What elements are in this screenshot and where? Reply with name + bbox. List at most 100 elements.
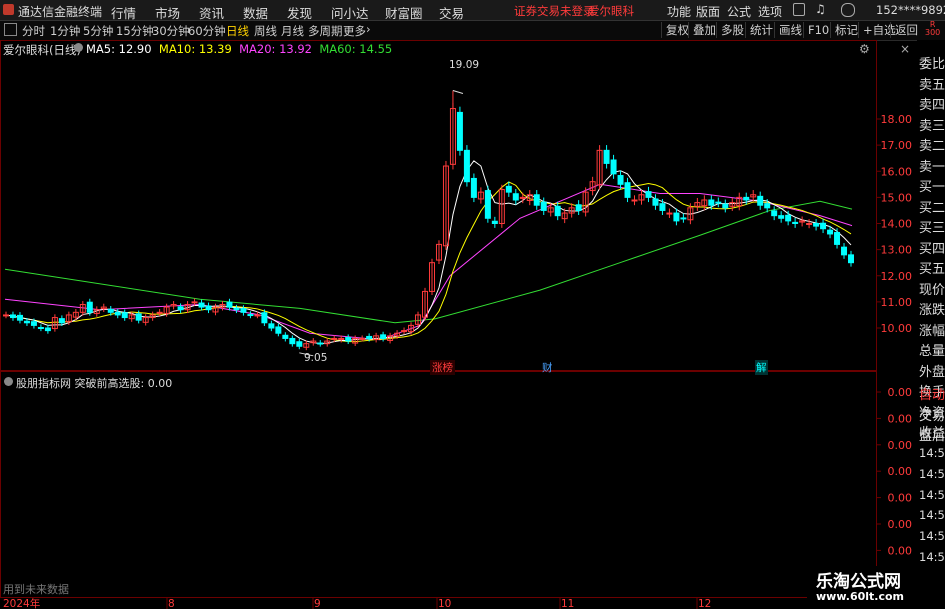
period-1min[interactable]: 1分钟 (50, 23, 80, 39)
period-daily[interactable]: 日线 (226, 23, 249, 39)
ma-legend: MA5: 12.90 MA10: 13.39 MA20: 13.92 MA60:… (86, 42, 392, 56)
candle-body (23, 320, 30, 324)
y-tick-label: 15.00 (881, 191, 913, 204)
chevron-right-icon[interactable]: › (366, 22, 371, 36)
ma60-label: MA60: 14.55 (319, 42, 393, 56)
candle-body (44, 327, 51, 332)
candle-body (610, 159, 617, 175)
event-tag-cai[interactable]: 财 (542, 360, 553, 375)
period-monthly[interactable]: 月线 (281, 23, 304, 39)
menu-item-hangqing[interactable]: 行情 (111, 3, 136, 22)
candle-body (603, 149, 610, 164)
period-multi[interactable]: 多周期 (308, 23, 343, 39)
sidebar-time: 14:56 (919, 528, 945, 543)
candle-body (107, 308, 114, 313)
sidebar-label: 卖四 (919, 98, 945, 113)
gear-icon[interactable]: ⚙ (859, 42, 870, 56)
event-tag-zhangbang[interactable]: 涨榜 (430, 360, 455, 375)
indicator-header: 股朋指标网 突破前高选股: 0.00 (16, 377, 173, 390)
sidebar-time: 14:56 (919, 508, 945, 523)
candle-body (226, 301, 233, 308)
candle-body (757, 195, 764, 206)
menu-item-shichang[interactable]: 市场 (155, 3, 180, 22)
btn-tongji[interactable]: 统计 (745, 22, 777, 38)
x-axis-label: 11 (561, 598, 574, 609)
menu-item-gongshi[interactable]: 公式 (727, 3, 751, 20)
menu-item-gongneng[interactable]: 功能 (667, 3, 691, 20)
menu-item-caifuquan[interactable]: 财富圈 (385, 3, 423, 22)
candle-body (380, 334, 387, 339)
x-axis-label: 12 (698, 598, 711, 609)
settings-dot-icon[interactable] (74, 43, 83, 52)
candle-body (792, 221, 799, 224)
candle-body (666, 212, 673, 215)
candle-body (624, 182, 631, 198)
bell-icon[interactable]: ♫ (815, 2, 826, 16)
candle-body (37, 326, 44, 329)
period-5min[interactable]: 5分钟 (83, 23, 113, 39)
sidebar-label: 买一 (919, 180, 945, 195)
sidebar-time: 盘后 (919, 429, 945, 445)
ma5-label: MA5: 12.90 (86, 42, 152, 56)
menu-item-banmian[interactable]: 版面 (696, 3, 720, 20)
stock-label: 爱尔眼科(日线) (3, 43, 81, 57)
candle-body (156, 311, 163, 314)
current-stock-name: 爱尔眼科 (588, 4, 634, 18)
user-id[interactable]: 152****9892 (876, 3, 945, 17)
btn-fanhui[interactable]: 返回 (890, 22, 922, 38)
candle-body (58, 318, 65, 324)
candle-body (401, 330, 408, 333)
grid-icon[interactable] (4, 23, 17, 36)
x-axis-label: 8 (168, 598, 175, 609)
btn-duogu[interactable]: 多股 (716, 22, 748, 38)
candle-body (505, 185, 512, 193)
candle-body (463, 149, 470, 183)
menu-item-xuanxiang[interactable]: 选项 (758, 3, 782, 20)
candle-body (491, 220, 498, 224)
menu-item-zixun[interactable]: 资讯 (199, 3, 224, 22)
sidebar-label: 总量 (919, 344, 945, 359)
menu-item-jiaoyi[interactable]: 交易 (439, 3, 464, 22)
sidebar-label: 委比 (919, 57, 945, 72)
menu-item-wenxiaoda[interactable]: 问小达 (331, 3, 369, 22)
period-30min[interactable]: 30分钟 (152, 23, 190, 39)
candle-body (785, 214, 792, 222)
period-more[interactable]: 更多 (343, 23, 366, 39)
trade-login-status[interactable]: 证券交易未登录 (514, 3, 595, 19)
candle-body (848, 254, 854, 264)
candle-body (722, 203, 729, 209)
sidebar-time[interactable]: 自动 (919, 384, 945, 403)
sidebar-time: 14:56 (919, 549, 945, 564)
btn-huaxian[interactable]: 画线 (774, 22, 806, 38)
period-fenshi[interactable]: 分时 (22, 23, 45, 39)
candle-body (456, 111, 463, 151)
close-icon[interactable]: × (900, 42, 910, 56)
sidebar-label: 卖二 (919, 139, 945, 154)
candle-body (813, 223, 820, 227)
candle-body (708, 199, 715, 206)
user-avatar-icon[interactable] (841, 3, 855, 17)
sidebar-time: 交易 (919, 408, 945, 424)
period-60min[interactable]: 60分钟 (188, 23, 226, 39)
ma60-line (4, 200, 853, 324)
candle-body (470, 177, 477, 198)
candle-body (743, 196, 750, 201)
candle-body (247, 314, 254, 317)
menu-item-faxian[interactable]: 发现 (287, 3, 312, 22)
candle-body (645, 191, 652, 198)
menu-item-shuju[interactable]: 数据 (243, 3, 268, 22)
candle-body (778, 215, 785, 219)
ma10-label: MA10: 13.39 (158, 42, 232, 56)
kline-chart[interactable]: 18.00 17.00 16.00 15.00 14.00 13.00 12.00 11.00… (0, 40, 945, 609)
indicator-settings-icon[interactable] (4, 377, 13, 386)
candle-body (841, 246, 848, 256)
message-icon[interactable] (793, 3, 805, 16)
period-weekly[interactable]: 周线 (254, 23, 277, 39)
candle-body (86, 301, 93, 313)
period-15min[interactable]: 15分钟 (116, 23, 154, 39)
btn-f10[interactable]: F10 (803, 22, 833, 38)
sidebar-time: 14:56 (919, 466, 945, 481)
candle-body (296, 341, 303, 347)
event-tag-jie[interactable]: 解 (755, 360, 768, 375)
watermark-brand: 乐淘公式网 (816, 572, 901, 592)
